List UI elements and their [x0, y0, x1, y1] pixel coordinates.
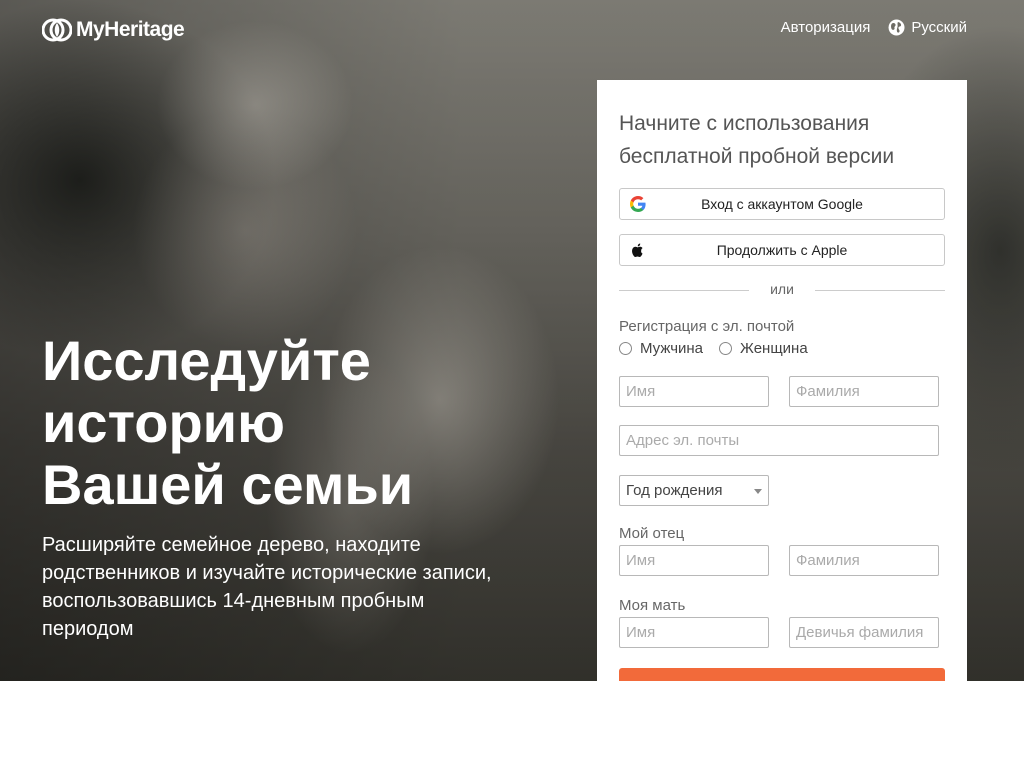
last-name-input[interactable] — [789, 376, 939, 407]
first-name-input[interactable] — [619, 376, 769, 407]
signup-submit-button[interactable] — [619, 668, 945, 681]
page: MyHeritage Авторизация Русский Исследуйт… — [0, 0, 1024, 768]
gender-male-option[interactable]: Мужчина — [619, 340, 703, 357]
apple-icon — [632, 243, 643, 258]
or-label: или — [770, 281, 794, 297]
or-divider: или — [619, 280, 945, 300]
google-signin-button[interactable]: Вход с аккаунтом Google — [619, 188, 945, 220]
mother-maiden-name-input[interactable] — [789, 617, 939, 648]
birth-year-select-value: Год рождения — [626, 482, 723, 499]
gender-options: Мужчина Женщина — [619, 340, 824, 357]
gender-male-label: Мужчина — [640, 340, 704, 357]
father-last-name-input[interactable] — [789, 545, 939, 576]
language-selector[interactable]: Русский — [888, 19, 967, 36]
myheritage-logo-icon — [42, 18, 72, 42]
father-first-name-input[interactable] — [619, 545, 769, 576]
father-label: Мой отец — [619, 525, 685, 542]
top-header: MyHeritage Авторизация Русский — [0, 0, 1024, 60]
birth-year-select[interactable]: Год рождения — [619, 475, 769, 506]
gender-female-radio[interactable] — [719, 342, 733, 355]
mother-first-name-input[interactable] — [619, 617, 769, 648]
hero-title-line-1: Исследуйте — [42, 329, 371, 392]
gender-male-radio[interactable] — [619, 342, 632, 355]
gender-female-label: Женщина — [740, 340, 808, 357]
apple-signin-button[interactable]: Продолжить с Apple — [619, 234, 945, 266]
google-icon — [630, 196, 646, 212]
signup-title: Начните с использования бесплатной пробн… — [619, 112, 895, 168]
myheritage-logo[interactable]: MyHeritage — [42, 17, 185, 43]
dropdown-caret-icon — [754, 489, 762, 494]
apple-button-label: Продолжить с Apple — [716, 242, 848, 258]
hero-title: Исследуйте историю Вашей семьи — [42, 330, 562, 516]
login-link[interactable]: Авторизация — [781, 19, 871, 36]
email-section-label: Регистрация с эл. почтой — [619, 318, 795, 335]
language-label: Русский — [911, 19, 967, 36]
email-input[interactable] — [619, 425, 939, 456]
hero-subtitle: Расширяйте семейное дерево, находите род… — [42, 534, 492, 640]
google-button-label: Вход с аккаунтом Google — [701, 196, 863, 212]
mother-label: Моя мать — [619, 597, 686, 614]
hero-title-line-2: историю — [42, 391, 285, 454]
logo-text: MyHeritage — [76, 18, 185, 41]
divider-line-right — [815, 290, 945, 291]
header-nav: Авторизация Русский — [781, 19, 967, 36]
globe-icon — [888, 19, 905, 36]
hero-title-line-3: Вашей семьи — [42, 453, 414, 516]
signup-panel: Начните с использования бесплатной пробн… — [597, 80, 967, 681]
gender-female-option[interactable]: Женщина — [719, 340, 808, 357]
